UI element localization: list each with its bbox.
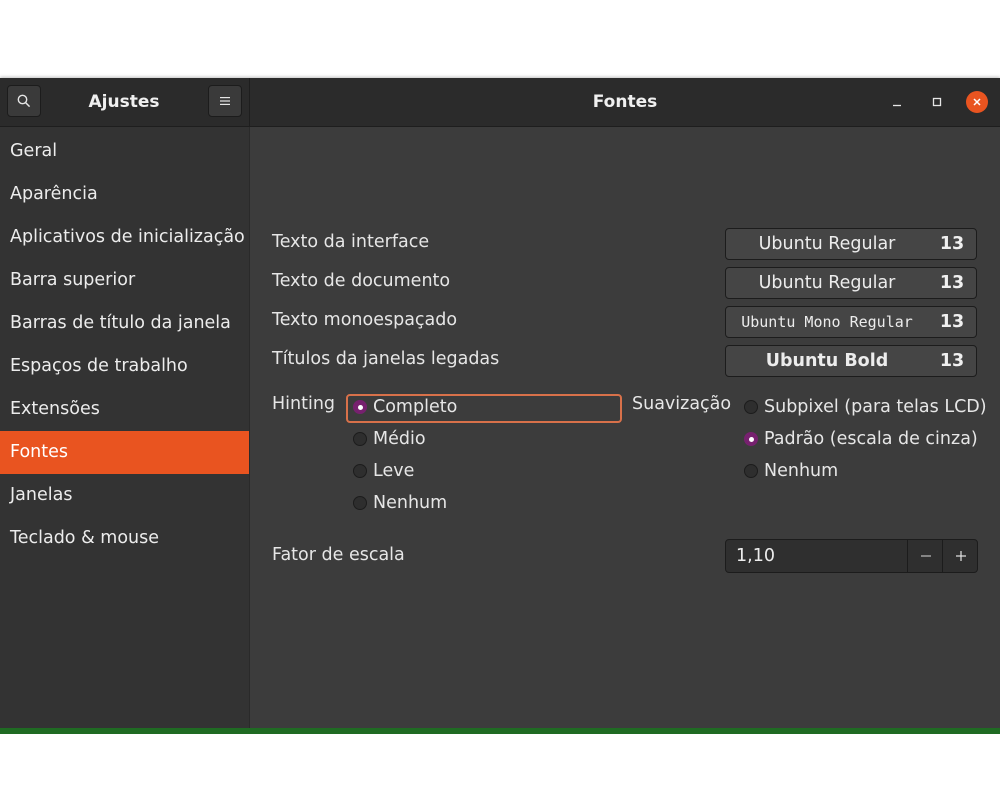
sidebar: Geral Aparência Aplicativos de inicializ… [0, 127, 250, 728]
scale-factor-label: Fator de escala [272, 545, 405, 565]
font-name: Ubuntu Mono Regular [741, 313, 913, 331]
sidebar-item-workspaces[interactable]: Espaços de trabalho [0, 345, 249, 388]
fonts-panel: Texto da interface Ubuntu Regular 13 Tex… [250, 127, 1000, 728]
sidebar-item-top-bar[interactable]: Barra superior [0, 259, 249, 302]
antialiasing-option-none[interactable]: Nenhum [744, 461, 838, 481]
font-name: Ubuntu Regular [758, 273, 896, 293]
decrement-button[interactable] [907, 540, 943, 572]
radio-icon [353, 432, 367, 446]
sidebar-item-aparencia[interactable]: Aparência [0, 173, 249, 216]
antialiasing-option-subpixel[interactable]: Subpixel (para telas LCD) [744, 397, 987, 417]
menu-button[interactable] [208, 85, 242, 117]
legacy-window-titles-label: Títulos da janelas legadas [272, 349, 500, 369]
sidebar-item-window-titlebars[interactable]: Barras de título da janela [0, 302, 249, 345]
close-button[interactable] [966, 91, 988, 113]
radio-label: Nenhum [764, 461, 839, 481]
interface-text-label: Texto da interface [272, 232, 430, 252]
maximize-icon [932, 97, 942, 107]
document-font-button[interactable]: Ubuntu Regular 13 [725, 267, 977, 299]
sidebar-item-extensions[interactable]: Extensões [0, 388, 249, 431]
radio-selected-icon [744, 432, 758, 446]
sidebar-item-keyboard-mouse[interactable]: Teclado & mouse [0, 517, 249, 560]
sidebar-item-geral[interactable]: Geral [0, 130, 249, 173]
radio-selected-icon [353, 400, 367, 414]
increment-button[interactable] [942, 540, 978, 572]
antialiasing-label: Suavização [632, 394, 732, 414]
font-size: 13 [939, 234, 965, 254]
scale-factor-input[interactable]: 1,10 [736, 540, 775, 572]
close-icon [973, 98, 981, 106]
tweaks-window: Ajustes Fontes Geral Aparência Aplicativ… [0, 78, 1000, 728]
sidebar-item-fonts[interactable]: Fontes [0, 431, 249, 474]
antialiasing-option-grayscale[interactable]: Padrão (escala de cinza) [744, 429, 978, 449]
sidebar-header: Ajustes [0, 78, 250, 126]
search-icon [17, 94, 31, 108]
radio-icon [353, 464, 367, 478]
desktop-background-strip [0, 728, 1000, 734]
font-size: 13 [939, 312, 965, 332]
document-text-label: Texto de documento [272, 271, 451, 291]
radio-label: Médio [373, 429, 426, 449]
radio-label: Completo [373, 397, 458, 417]
radio-label: Subpixel (para telas LCD) [764, 397, 987, 417]
scale-factor-spinbutton: 1,10 [725, 539, 978, 573]
sidebar-title: Ajustes [88, 92, 160, 112]
radio-icon [744, 400, 758, 414]
monospace-text-label: Texto monoespaçado [272, 310, 458, 330]
sidebar-item-startup-apps[interactable]: Aplicativos de inicialização [0, 216, 249, 259]
header-bar: Ajustes Fontes [0, 78, 1000, 127]
minus-icon [920, 555, 931, 557]
radio-icon [744, 464, 758, 478]
search-button[interactable] [7, 85, 41, 117]
monospace-font-button[interactable]: Ubuntu Mono Regular 13 [725, 306, 977, 338]
font-size: 13 [939, 351, 965, 371]
font-name: Ubuntu Regular [758, 234, 896, 254]
font-size: 13 [939, 273, 965, 293]
plus-icon [955, 551, 966, 561]
hamburger-menu-icon [220, 97, 230, 105]
hinting-option-none[interactable]: Nenhum [353, 493, 447, 513]
minimize-button[interactable] [886, 91, 908, 113]
legacy-titles-font-button[interactable]: Ubuntu Bold 13 [725, 345, 977, 377]
hinting-option-slight[interactable]: Leve [353, 461, 414, 481]
hinting-option-full[interactable]: Completo [353, 397, 457, 417]
font-name: Ubuntu Bold [765, 351, 889, 371]
radio-icon [353, 496, 367, 510]
minimize-icon [893, 104, 901, 107]
hinting-label: Hinting [272, 394, 336, 414]
radio-label: Padrão (escala de cinza) [764, 429, 978, 449]
radio-label: Leve [373, 461, 415, 481]
sidebar-item-windows[interactable]: Janelas [0, 474, 249, 517]
interface-font-button[interactable]: Ubuntu Regular 13 [725, 228, 977, 260]
maximize-button[interactable] [926, 91, 948, 113]
radio-label: Nenhum [373, 493, 448, 513]
hinting-option-medium[interactable]: Médio [353, 429, 426, 449]
